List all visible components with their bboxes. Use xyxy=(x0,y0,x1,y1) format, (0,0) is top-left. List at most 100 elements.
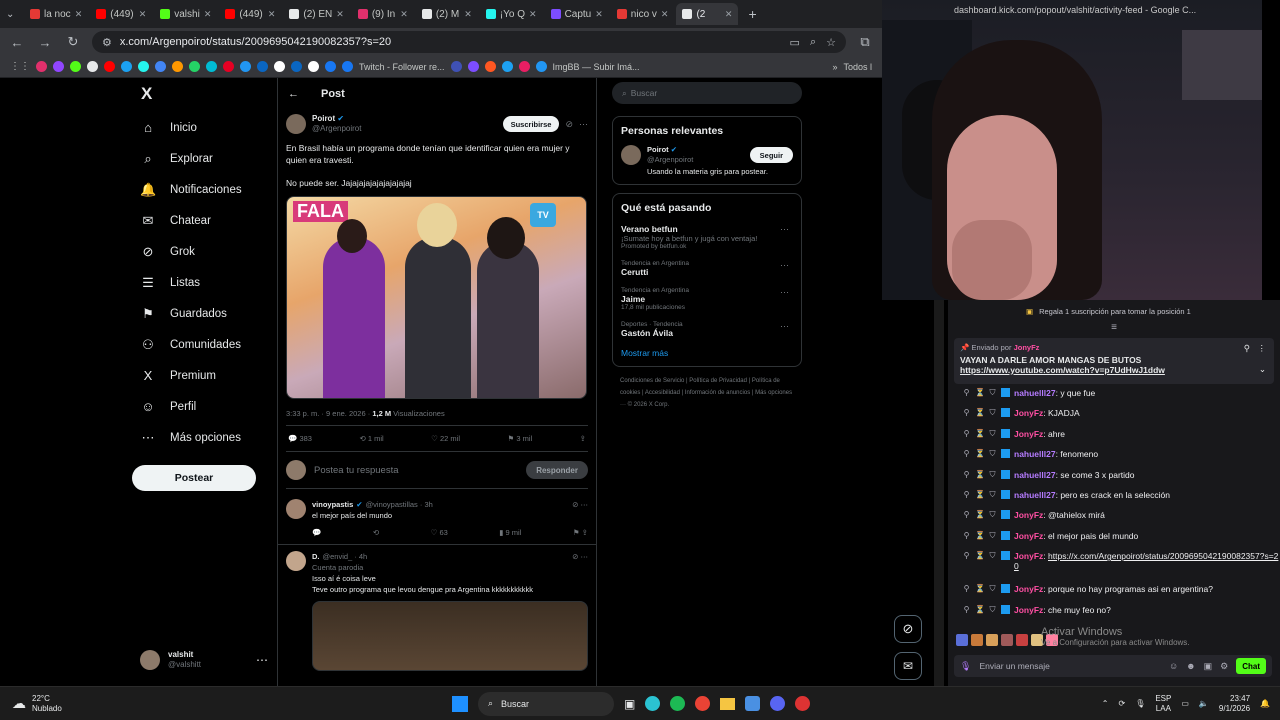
author-avatar[interactable] xyxy=(286,114,306,134)
collapse-arrow-icon[interactable]: ≡ xyxy=(948,322,1280,334)
zoom-icon[interactable]: ⌕ xyxy=(810,36,816,49)
tray-app-icon[interactable]: ⟳ xyxy=(1118,699,1125,708)
obs-icon[interactable] xyxy=(795,696,811,711)
reply-2-media[interactable] xyxy=(312,601,588,671)
timeout-badge-icon[interactable]: ⏳ xyxy=(975,470,985,479)
pin-badge-icon[interactable]: ⚲ xyxy=(962,605,971,614)
discord-icon[interactable] xyxy=(770,696,786,711)
bookmark-pinterest-icon[interactable] xyxy=(223,61,234,72)
chat-username[interactable]: nahuelll27 xyxy=(1014,490,1056,500)
timeout-badge-icon[interactable]: ⏳ xyxy=(975,490,985,499)
chat-send-button[interactable]: Chat xyxy=(1236,658,1266,674)
language-code[interactable]: ESP xyxy=(1155,694,1171,704)
trend-3-more-icon[interactable]: ⋯ xyxy=(780,321,789,332)
timeout-badge-icon[interactable]: ⏳ xyxy=(975,510,985,519)
bookmark-linkedin-icon[interactable] xyxy=(291,61,302,72)
keyboard-layout[interactable]: LAA xyxy=(1155,704,1171,714)
like-action[interactable]: ♡ 22 mil xyxy=(431,434,460,443)
sub-gift-banner[interactable]: ▣ Regala 1 suscripción para tomar la posi… xyxy=(948,300,1280,322)
chat-username[interactable]: JonyFz xyxy=(1014,551,1043,561)
browser-tab[interactable]: (449) ✕ xyxy=(219,3,281,25)
browser-tab[interactable]: (9) In ✕ xyxy=(352,3,414,25)
nav-item[interactable]: ☰ Listas xyxy=(132,267,277,298)
reply-1-repost-icon[interactable]: ⟲ xyxy=(373,527,379,538)
bookmark-imgbb-icon[interactable] xyxy=(535,61,547,72)
bookmark-orange-icon[interactable] xyxy=(172,61,183,72)
chat-text[interactable]: https://x.com/Argenpoirot/status/2009695… xyxy=(1014,551,1278,571)
timeout-badge-icon[interactable]: ⏳ xyxy=(975,531,985,540)
reply-1-name[interactable]: vinoypastis xyxy=(312,499,353,510)
gift-button-icon[interactable]: ▣ xyxy=(1204,661,1213,672)
task-view-icon[interactable]: ▣ xyxy=(624,697,635,711)
reply-2[interactable]: D. @envid_ · 4h ⊘ ⋯ Cuenta parodia Isso aí… xyxy=(278,545,596,677)
follow-button[interactable]: Seguir xyxy=(749,147,793,163)
pin-badge-icon[interactable]: ⚲ xyxy=(962,510,971,519)
bookmark-pink-icon[interactable] xyxy=(518,61,530,72)
mod-badge-icon[interactable]: ⛉ xyxy=(988,584,997,593)
reply-action[interactable]: 💬 383 xyxy=(288,434,312,443)
bookmark-x2-icon[interactable] xyxy=(308,61,319,72)
emote-5-icon[interactable] xyxy=(1016,634,1028,646)
share-icon[interactable]: ⇪ xyxy=(580,434,586,443)
bookmark-doc-icon[interactable] xyxy=(450,61,462,72)
tab-close-icon[interactable]: ✕ xyxy=(204,9,212,20)
nav-item[interactable]: X Premium xyxy=(132,360,277,391)
pin-badge-icon[interactable]: ⚲ xyxy=(962,449,971,458)
volume-icon[interactable]: 🔈 xyxy=(1199,699,1209,708)
bookmark-facebook-icon[interactable] xyxy=(325,61,336,72)
mod-badge-icon[interactable]: ⛉ xyxy=(988,551,997,560)
mod-badge-icon[interactable]: ⛉ xyxy=(988,531,997,540)
nav-item[interactable]: ⊘ Grok xyxy=(132,236,277,267)
bookmark-cloud-icon[interactable] xyxy=(121,61,132,72)
tab-close-icon[interactable]: ✕ xyxy=(268,9,276,20)
tray-mic-icon[interactable]: 🎙 xyxy=(1135,699,1145,708)
chat-username[interactable]: JonyFz xyxy=(1014,429,1043,439)
browser-tab[interactable]: (2) M ✕ xyxy=(416,3,478,25)
trend-1-more-icon[interactable]: ⋯ xyxy=(780,260,789,271)
browser-tab[interactable]: ¡Yo Q ✕ xyxy=(480,3,543,25)
bookmark-red-icon[interactable] xyxy=(484,61,496,72)
reply-1-like[interactable]: ♡ 63 xyxy=(431,527,448,538)
emote-1-icon[interactable] xyxy=(956,634,968,646)
post-media[interactable]: FALA TV xyxy=(286,196,587,399)
bookmark-action[interactable]: ⚑ 3 mil xyxy=(508,434,533,443)
windows-start-icon[interactable] xyxy=(452,695,468,712)
relevant-name[interactable]: Poirot xyxy=(647,145,669,154)
bookmarks-overflow-icon[interactable]: » xyxy=(832,62,837,72)
trend-3[interactable]: Deportes · Tendencia Gastón Ávila ⋯ xyxy=(621,321,793,338)
edge-icon[interactable] xyxy=(645,696,661,711)
bookmark-lightblue-icon[interactable] xyxy=(501,61,513,72)
reply-2-name[interactable]: D. xyxy=(312,551,320,562)
clock-date[interactable]: 9/1/2026 xyxy=(1219,704,1250,714)
bookmark-chrome-icon[interactable] xyxy=(155,61,166,72)
x-logo[interactable]: X xyxy=(132,78,277,112)
mod-badge-icon[interactable]: ⛉ xyxy=(988,470,997,479)
mod-badge-icon[interactable]: ⛉ xyxy=(988,408,997,417)
reply-1-comment-icon[interactable]: 💬 xyxy=(312,527,321,538)
timeout-badge-icon[interactable]: ⏳ xyxy=(975,584,985,593)
pin-badge-icon[interactable]: ⚲ xyxy=(962,584,971,593)
account-more-icon[interactable]: ⋯ xyxy=(256,653,268,667)
tab-close-icon[interactable]: ✕ xyxy=(139,9,147,20)
forward-icon[interactable]: → xyxy=(36,35,54,50)
emote-3-icon[interactable] xyxy=(986,634,998,646)
browser-tab[interactable]: valshi ✕ xyxy=(154,3,217,25)
emote-picker-icon[interactable]: ☺ xyxy=(1169,661,1178,671)
file-explorer-icon[interactable] xyxy=(720,697,736,710)
pin-badge-icon[interactable]: ⚲ xyxy=(962,388,971,397)
reply-1[interactable]: vinoypastis ✔ @vinoypastillas · 3h ⊘ ⋯ el m… xyxy=(278,493,596,545)
chat-username[interactable]: JonyFz xyxy=(1014,605,1043,615)
post-more-icon[interactable]: ⋯ xyxy=(579,119,588,130)
pin-badge-icon[interactable]: ⚲ xyxy=(962,470,971,479)
trend-2[interactable]: Tendencia en Argentina Jaime 17,8 mil pu… xyxy=(621,287,793,311)
back-arrow-icon[interactable]: ← xyxy=(288,88,299,100)
author-handle[interactable]: @Argenpoirot xyxy=(312,124,361,134)
pinned-more-icon[interactable]: ⋮ xyxy=(1258,343,1267,354)
bookmark-purple-icon[interactable] xyxy=(467,61,479,72)
pin-badge-icon[interactable]: ⚲ xyxy=(962,531,971,540)
settings-icon[interactable]: ⚙ xyxy=(1220,661,1228,672)
star-icon[interactable]: ☆ xyxy=(826,36,836,49)
browser-tab[interactable]: (449) ✕ xyxy=(90,3,152,25)
tab-close-icon[interactable]: ✕ xyxy=(725,9,733,20)
bookmark-instagram-icon[interactable] xyxy=(36,61,47,72)
